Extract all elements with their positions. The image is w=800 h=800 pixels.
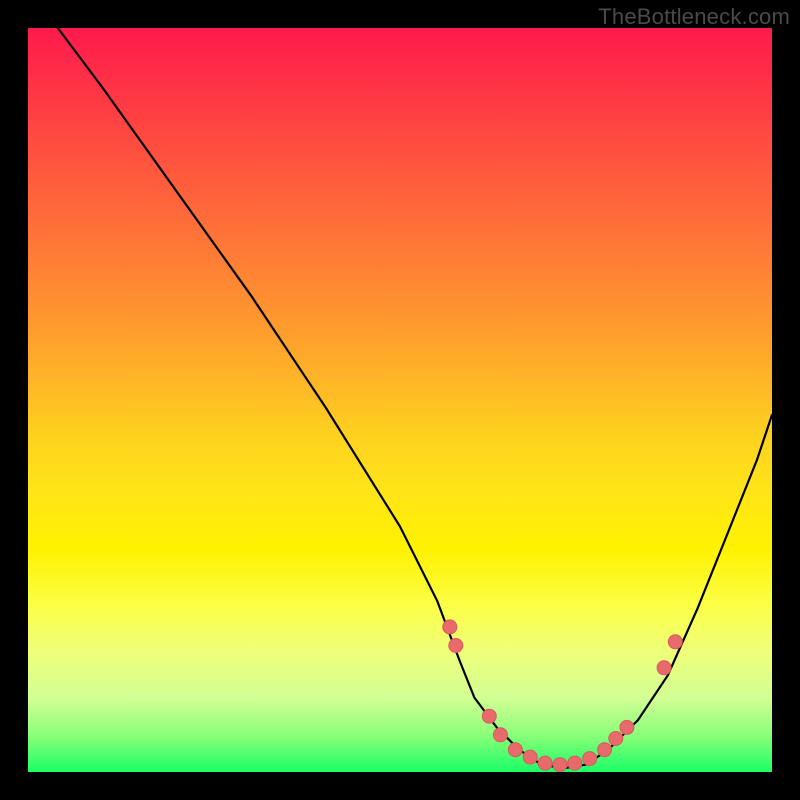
data-marker [508,743,522,757]
chart-svg [28,28,772,772]
data-marker [482,709,496,723]
data-marker [609,732,623,746]
bottleneck-curve [58,28,772,768]
data-marker [598,743,612,757]
data-marker [449,639,463,653]
plot-area [28,28,772,772]
data-marker [493,728,507,742]
data-marker [553,758,567,772]
data-marker [443,620,457,634]
data-marker [620,720,634,734]
curve-markers [443,620,683,772]
chart-frame: TheBottleneck.com [0,0,800,800]
data-marker [668,635,682,649]
data-marker [657,661,671,675]
data-marker [523,750,537,764]
data-marker [583,752,597,766]
data-marker [538,756,552,770]
watermark-text: TheBottleneck.com [598,4,790,30]
data-marker [568,756,582,770]
